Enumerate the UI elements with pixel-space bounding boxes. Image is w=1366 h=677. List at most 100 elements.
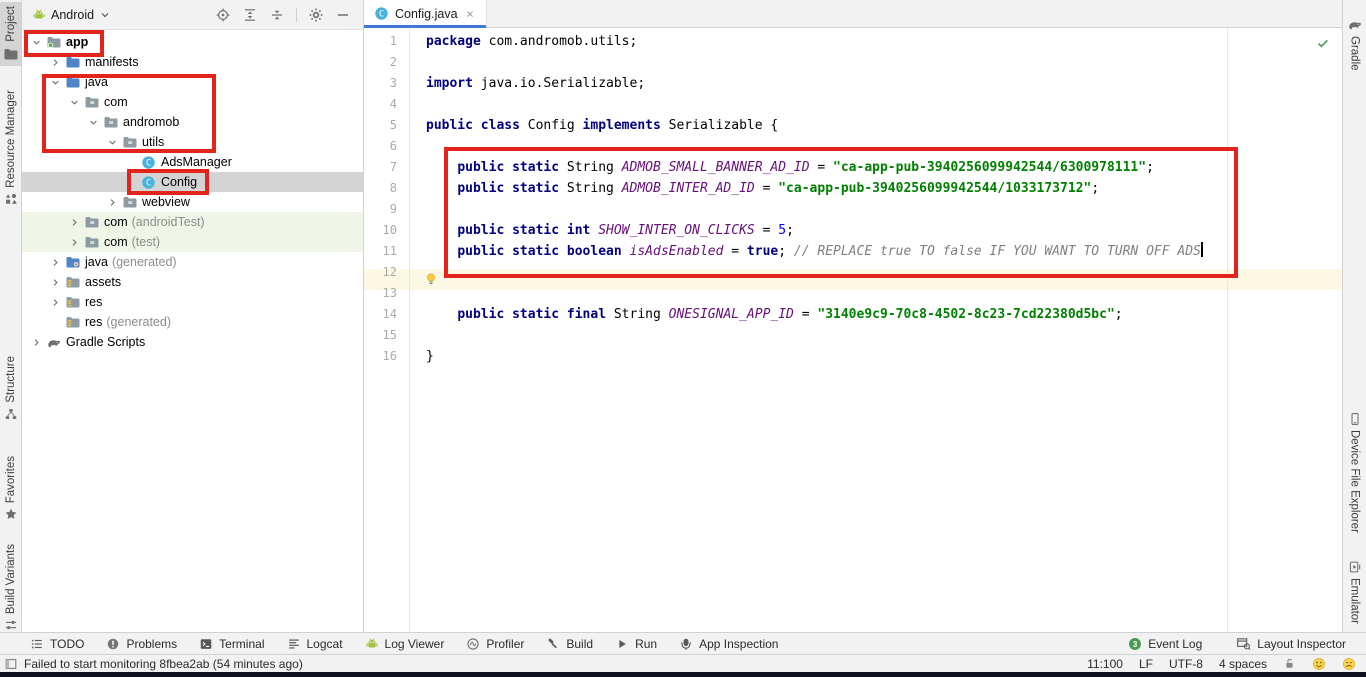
toolwindow-button-app-inspection[interactable]: App Inspection	[679, 637, 778, 651]
tab-config-java[interactable]: C Config.java	[364, 0, 487, 27]
code-line-7[interactable]: public static String ADMOB_SMALL_BANNER_…	[410, 157, 1342, 178]
code-token: String	[606, 307, 669, 322]
code-line-15[interactable]	[410, 325, 1342, 346]
inspections-ok-check-icon[interactable]	[1316, 36, 1330, 50]
tree-item-gradle-scripts[interactable]: Gradle Scripts	[22, 332, 363, 352]
toolwindow-button-problems[interactable]: Problems	[106, 637, 177, 651]
code-line-12[interactable]	[410, 262, 1342, 283]
expand-all-icon[interactable]	[242, 7, 258, 23]
build-variants-icon	[4, 618, 18, 632]
code-line-5[interactable]: public class Config implements Serializa…	[410, 115, 1342, 136]
code-editor[interactable]: 12345678910111213141516 package com.andr…	[364, 28, 1342, 632]
tool-strip-tab-structure[interactable]: Structure	[0, 352, 21, 425]
code-line-1[interactable]: package com.andromob.utils;	[410, 31, 1342, 52]
line-number: 16	[367, 346, 397, 367]
chevron-expanded-icon[interactable]	[28, 34, 45, 50]
tree-item-java[interactable]: java	[22, 72, 363, 92]
intention-bulb-icon[interactable]	[424, 272, 438, 286]
tree-item-webview[interactable]: webview	[22, 192, 363, 212]
tree-item-utils[interactable]: utils	[22, 132, 363, 152]
tree-item-com[interactable]: com	[22, 92, 363, 112]
toolwindow-button-event-log[interactable]: 3Event Log	[1128, 637, 1202, 651]
tree-item-assets[interactable]: assets	[22, 272, 363, 292]
editor-gutter[interactable]: 12345678910111213141516	[364, 28, 410, 632]
toolwindow-button-terminal[interactable]: Terminal	[199, 637, 264, 651]
code-line-2[interactable]	[410, 52, 1342, 73]
chevron-collapsed-icon[interactable]	[66, 234, 83, 250]
close-tab-icon[interactable]	[464, 8, 476, 20]
code-line-14[interactable]: public static final String ONESIGNAL_APP…	[410, 304, 1342, 325]
code-line-11[interactable]: public static boolean isAdsEnabled = tru…	[410, 241, 1342, 262]
code-token: "ca-app-pub-3940256099942544/6300978111"	[833, 160, 1146, 175]
locate-icon[interactable]	[215, 7, 231, 23]
tree-item-andromob[interactable]: andromob	[22, 112, 363, 132]
hide-panel-icon[interactable]	[335, 7, 351, 23]
tool-strip-tab-label: Device File Explorer	[1349, 430, 1361, 533]
tree-item-java-generated-[interactable]: java(generated)	[22, 252, 363, 272]
toolwindow-toggle-icon[interactable]	[4, 657, 18, 671]
code-token: // REPLACE true TO false IF YOU WANT TO …	[794, 244, 1201, 259]
code-line-3[interactable]: import java.io.Serializable;	[410, 73, 1342, 94]
line-separator-widget[interactable]: LF	[1139, 657, 1153, 671]
tree-item-com-androidtest-[interactable]: com(androidTest)	[22, 212, 363, 232]
tool-strip-tab-build-variants[interactable]: Build Variants	[0, 540, 21, 636]
encoding-widget[interactable]: UTF-8	[1169, 657, 1203, 671]
readonly-lock-icon[interactable]	[1283, 657, 1296, 670]
code-line-9[interactable]	[410, 199, 1342, 220]
toolwindow-button-run[interactable]: Run	[615, 637, 657, 651]
tree-item-com-test-[interactable]: com(test)	[22, 232, 363, 252]
settings-icon[interactable]	[308, 7, 324, 23]
tree-item-label: res	[85, 315, 102, 329]
chevron-collapsed-icon[interactable]	[47, 54, 64, 70]
chevron-collapsed-icon[interactable]	[104, 194, 121, 210]
chevron-collapsed-icon[interactable]	[28, 334, 45, 350]
tree-item-res-generated-[interactable]: res(generated)	[22, 312, 363, 332]
tree-item-adsmanager[interactable]: CAdsManager	[22, 152, 363, 172]
code-line-16[interactable]: }	[410, 346, 1342, 367]
chevron-expanded-icon[interactable]	[66, 94, 83, 110]
caret-position-widget[interactable]: 11:100	[1087, 657, 1123, 671]
code-line-13[interactable]	[410, 283, 1342, 304]
tool-strip-tab-resource-manager[interactable]: Resource Manager	[0, 86, 21, 210]
tool-strip-tab-project[interactable]: Project	[0, 2, 21, 66]
tool-strip-tab-emulator[interactable]: Emulator	[1343, 556, 1366, 628]
code-token	[426, 244, 457, 259]
code-line-6[interactable]	[410, 136, 1342, 157]
toolwindow-button-log-viewer[interactable]: Log Viewer	[365, 637, 445, 651]
status-message[interactable]: Failed to start monitoring 8fbea2ab (54 …	[24, 657, 303, 671]
toolwindow-button-profiler[interactable]: Profiler	[466, 637, 524, 651]
tree-item-manifests[interactable]: manifests	[22, 52, 363, 72]
tool-strip-tab-favorites[interactable]: Favorites	[0, 452, 21, 525]
tool-strip-tab-device-file-explorer[interactable]: Device File Explorer	[1343, 408, 1366, 537]
editor-tab-bar: C Config.java	[364, 0, 1342, 28]
tree-item-label: java	[85, 255, 108, 269]
chevron-expanded-icon[interactable]	[47, 74, 64, 90]
chevron-collapsed-icon[interactable]	[47, 254, 64, 270]
feedback-frown-icon[interactable]	[1342, 657, 1356, 671]
code-token: ;	[778, 244, 794, 259]
tree-item-app[interactable]: app	[22, 32, 363, 52]
tree-item-res[interactable]: res	[22, 292, 363, 312]
tool-strip-tab-label: Build Variants	[5, 544, 17, 614]
feedback-smile-icon[interactable]	[1312, 657, 1326, 671]
tool-strip-tab-gradle[interactable]: Gradle	[1343, 12, 1366, 75]
toolwindow-button-build[interactable]: Build	[546, 637, 593, 651]
code-line-8[interactable]: public static String ADMOB_INTER_AD_ID =…	[410, 178, 1342, 199]
code-line-4[interactable]	[410, 94, 1342, 115]
code-token: public static	[457, 160, 559, 175]
toolwindow-button-todo[interactable]: TODO	[30, 637, 84, 651]
chevron-expanded-icon[interactable]	[85, 114, 102, 130]
line-number: 4	[367, 94, 397, 115]
toolwindow-button-layout-inspector[interactable]: Layout Inspector	[1236, 636, 1346, 651]
project-view-selector[interactable]: Android	[28, 6, 115, 24]
chevron-collapsed-icon[interactable]	[66, 214, 83, 230]
toolwindow-button-logcat[interactable]: Logcat	[287, 637, 343, 651]
chevron-expanded-icon[interactable]	[104, 134, 121, 150]
code-line-10[interactable]: public static int SHOW_INTER_ON_CLICKS =…	[410, 220, 1342, 241]
collapse-all-icon[interactable]	[269, 7, 285, 23]
code-token: ADMOB_INTER_AD_ID	[622, 181, 755, 196]
chevron-collapsed-icon[interactable]	[47, 294, 64, 310]
indent-widget[interactable]: 4 spaces	[1219, 657, 1267, 671]
tree-item-config[interactable]: CConfig	[22, 172, 363, 192]
chevron-collapsed-icon[interactable]	[47, 274, 64, 290]
